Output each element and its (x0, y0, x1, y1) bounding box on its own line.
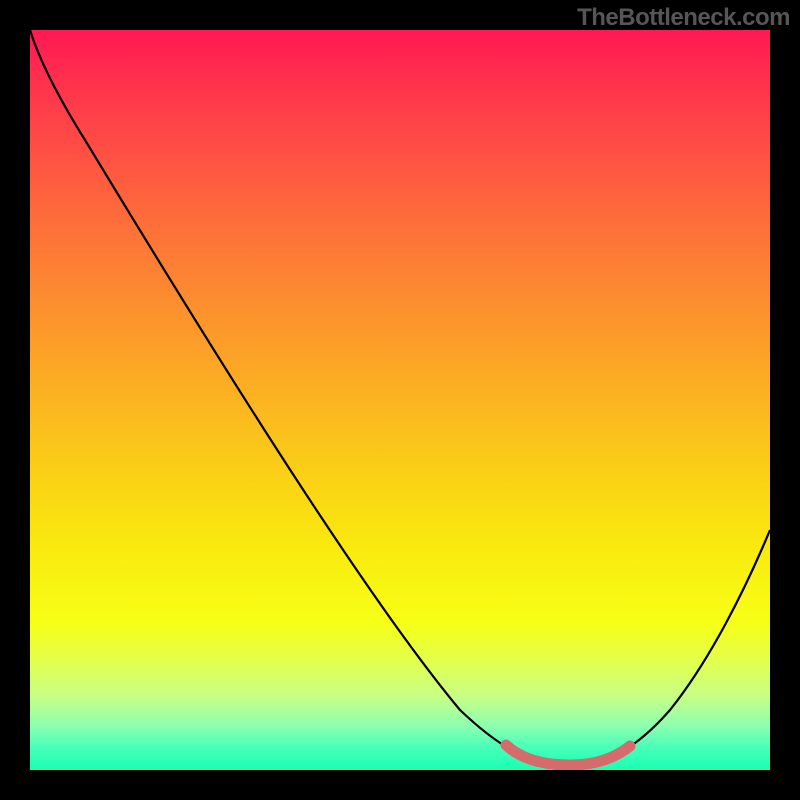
bottleneck-curve (30, 30, 770, 765)
plot-area (30, 30, 770, 770)
curve-svg (30, 30, 770, 770)
highlight-segment (506, 745, 630, 765)
watermark-text: TheBottleneck.com (577, 4, 790, 32)
chart-container: TheBottleneck.com (0, 0, 800, 800)
